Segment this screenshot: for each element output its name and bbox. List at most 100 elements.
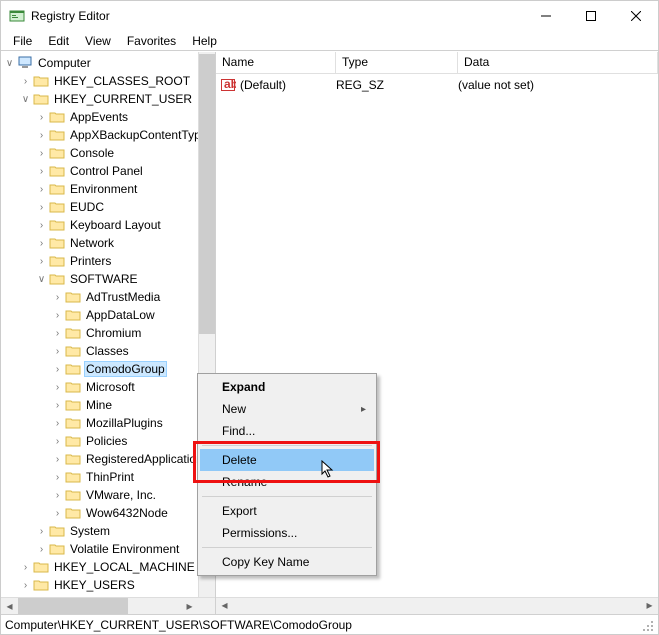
tree-node-printers[interactable]: ›Printers (1, 252, 215, 270)
expand-toggle[interactable]: › (35, 544, 48, 555)
col-header-data[interactable]: Data (458, 52, 658, 73)
tree-node-system[interactable]: ›System (1, 522, 215, 540)
menu-help[interactable]: Help (184, 32, 225, 50)
tree-node-appevents[interactable]: ›AppEvents (1, 108, 215, 126)
tree-node-appdatalow[interactable]: ›AppDataLow (1, 306, 215, 324)
tree-node-mozilla[interactable]: ›MozillaPlugins (1, 414, 215, 432)
folder-icon (65, 379, 81, 395)
status-path: Computer\HKEY_CURRENT_USER\SOFTWARE\Como… (5, 618, 352, 632)
expand-toggle[interactable]: › (51, 310, 64, 321)
expand-toggle[interactable]: › (51, 292, 64, 303)
tree-node-volatile[interactable]: ›Volatile Environment (1, 540, 215, 558)
menu-edit[interactable]: Edit (40, 32, 77, 50)
list-hscroll-left[interactable]: ◂ (216, 598, 233, 614)
tree-node-hkcu[interactable]: ∨HKEY_CURRENT_USER (1, 90, 215, 108)
expand-toggle[interactable]: › (51, 364, 64, 375)
ctx-rename[interactable]: Rename (200, 471, 374, 493)
expand-toggle[interactable]: › (35, 202, 48, 213)
tree-node-eudc[interactable]: ›EUDC (1, 198, 215, 216)
expand-toggle[interactable]: › (51, 436, 64, 447)
expand-toggle[interactable]: › (51, 508, 64, 519)
tree-node-appxbackup[interactable]: ›AppXBackupContentType (1, 126, 215, 144)
svg-text:ab: ab (224, 77, 236, 91)
hscroll-left-arrow[interactable]: ◂ (1, 599, 18, 613)
tree-node-comodo[interactable]: ›ComodoGroup (1, 360, 215, 378)
list-hscroll-right[interactable]: ▸ (641, 598, 658, 614)
expand-toggle[interactable]: › (35, 238, 48, 249)
tree-node-controlpanel[interactable]: ›Control Panel (1, 162, 215, 180)
tree-horizontal-scrollbar[interactable]: ◂ ▸ (1, 597, 215, 614)
ctx-copy-key-name[interactable]: Copy Key Name (200, 551, 374, 573)
tree-vscroll-thumb[interactable] (199, 54, 215, 334)
expand-toggle[interactable]: › (51, 328, 64, 339)
expand-toggle[interactable]: › (35, 148, 48, 159)
expand-toggle[interactable]: ∨ (35, 274, 48, 285)
registry-tree: ∨Computer›HKEY_CLASSES_ROOT∨HKEY_CURRENT… (1, 52, 215, 596)
resize-grip[interactable] (640, 618, 654, 632)
expand-toggle[interactable]: › (51, 472, 64, 483)
expand-toggle[interactable]: › (35, 526, 48, 537)
maximize-button[interactable] (568, 1, 613, 31)
tree-node-network[interactable]: ›Network (1, 234, 215, 252)
ctx-find[interactable]: Find... (200, 420, 374, 442)
tree-node-thinprint[interactable]: ›ThinPrint (1, 468, 215, 486)
expand-toggle[interactable]: › (51, 400, 64, 411)
ctx-expand[interactable]: Expand (200, 376, 374, 398)
menu-file[interactable]: File (5, 32, 40, 50)
tree-node-hkcr[interactable]: ›HKEY_CLASSES_ROOT (1, 72, 215, 90)
expand-toggle[interactable]: ∨ (3, 58, 16, 69)
expand-toggle[interactable]: ∨ (19, 94, 32, 105)
tree-node-label: VMware, Inc. (84, 488, 158, 502)
tree-node-software[interactable]: ∨SOFTWARE (1, 270, 215, 288)
tree-node-microsoft[interactable]: › Microsoft (1, 378, 215, 396)
expand-toggle[interactable]: › (35, 256, 48, 267)
tree-node-keyboard[interactable]: ›Keyboard Layout (1, 216, 215, 234)
expand-toggle[interactable]: › (51, 454, 64, 465)
tree-node-label: Environment (68, 182, 139, 196)
tree-node-computer[interactable]: ∨Computer (1, 54, 215, 72)
tree-node-classes[interactable]: ›Classes (1, 342, 215, 360)
list-row[interactable]: ab (Default) REG_SZ (value not set) (220, 76, 654, 94)
ctx-permissions[interactable]: Permissions... (200, 522, 374, 544)
ctx-separator (202, 445, 372, 446)
expand-toggle[interactable]: › (51, 382, 64, 393)
tree-hscroll-thumb[interactable] (18, 598, 128, 614)
tree-scroll-area[interactable]: ∨Computer›HKEY_CLASSES_ROOT∨HKEY_CURRENT… (1, 52, 215, 597)
list-horizontal-scrollbar[interactable]: ◂ ▸ (216, 597, 658, 614)
close-button[interactable] (613, 1, 658, 31)
expand-toggle[interactable]: › (35, 130, 48, 141)
expand-toggle[interactable]: › (35, 166, 48, 177)
tree-node-mine[interactable]: ›Mine (1, 396, 215, 414)
tree-node-hklm[interactable]: ›HKEY_LOCAL_MACHINE (1, 558, 215, 576)
tree-node-label: Wow6432Node (84, 506, 170, 520)
expand-toggle[interactable]: › (51, 490, 64, 501)
expand-toggle[interactable]: › (35, 184, 48, 195)
tree-node-label: Microsoft (84, 380, 137, 394)
string-value-icon: ab (220, 77, 236, 93)
tree-node-vmware[interactable]: › VMware, Inc. (1, 486, 215, 504)
tree-node-chromium[interactable]: ›Chromium (1, 324, 215, 342)
expand-toggle[interactable]: › (19, 580, 32, 591)
tree-node-adtrust[interactable]: ›AdTrustMedia (1, 288, 215, 306)
hscroll-right-arrow[interactable]: ▸ (181, 599, 198, 613)
expand-toggle[interactable]: › (51, 418, 64, 429)
minimize-button[interactable] (523, 1, 568, 31)
col-header-name[interactable]: Name (216, 52, 336, 73)
expand-toggle[interactable]: › (51, 346, 64, 357)
tree-node-wow64[interactable]: › Wow6432Node (1, 504, 215, 522)
tree-node-registered[interactable]: ›RegisteredApplications (1, 450, 215, 468)
ctx-export[interactable]: Export (200, 500, 374, 522)
menu-view[interactable]: View (77, 32, 119, 50)
expand-toggle[interactable]: › (35, 112, 48, 123)
expand-toggle[interactable]: › (35, 220, 48, 231)
tree-node-policies[interactable]: ›Policies (1, 432, 215, 450)
ctx-new[interactable]: New ▸ (200, 398, 374, 420)
expand-toggle[interactable]: › (19, 76, 32, 87)
menu-favorites[interactable]: Favorites (119, 32, 184, 50)
expand-toggle[interactable]: › (19, 562, 32, 573)
col-header-type[interactable]: Type (336, 52, 458, 73)
ctx-delete[interactable]: Delete (200, 449, 374, 471)
tree-node-hku[interactable]: ›HKEY_USERS (1, 576, 215, 594)
tree-node-environment[interactable]: › Environment (1, 180, 215, 198)
tree-node-console[interactable]: ›Console (1, 144, 215, 162)
